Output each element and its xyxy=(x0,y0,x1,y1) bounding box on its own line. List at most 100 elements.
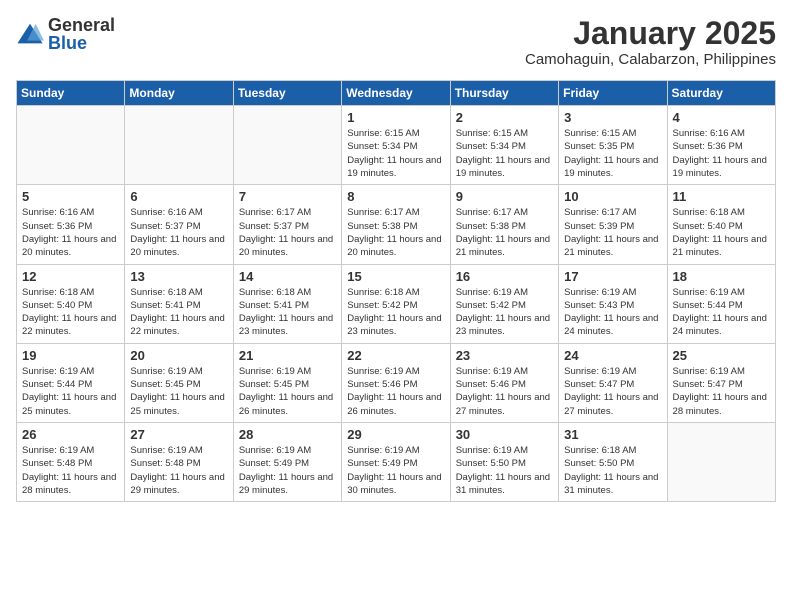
day-number: 16 xyxy=(456,269,553,284)
calendar-cell: 4 Sunrise: 6:16 AM Sunset: 5:36 PM Daylig… xyxy=(667,106,775,185)
calendar-header-wednesday: Wednesday xyxy=(342,81,450,106)
calendar-cell: 27 Sunrise: 6:19 AM Sunset: 5:48 PM Dayli… xyxy=(125,422,233,501)
calendar-cell xyxy=(17,106,125,185)
day-info: Sunrise: 6:19 AM Sunset: 5:45 PM Dayligh… xyxy=(239,365,336,418)
day-info: Sunrise: 6:16 AM Sunset: 5:36 PM Dayligh… xyxy=(673,127,770,180)
calendar-cell: 19 Sunrise: 6:19 AM Sunset: 5:44 PM Dayli… xyxy=(17,343,125,422)
calendar-week-row-4: 19 Sunrise: 6:19 AM Sunset: 5:44 PM Dayli… xyxy=(17,343,776,422)
logo-general-text: General xyxy=(48,16,115,34)
page-header: General Blue January 2025 Camohaguin, Ca… xyxy=(16,16,776,68)
day-info: Sunrise: 6:18 AM Sunset: 5:40 PM Dayligh… xyxy=(673,206,770,259)
day-number: 29 xyxy=(347,427,444,442)
calendar-cell xyxy=(233,106,341,185)
day-info: Sunrise: 6:16 AM Sunset: 5:36 PM Dayligh… xyxy=(22,206,119,259)
logo-blue-text: Blue xyxy=(48,33,87,53)
calendar-cell: 2 Sunrise: 6:15 AM Sunset: 5:34 PM Daylig… xyxy=(450,106,558,185)
calendar-cell: 25Sunrise: 6:19 AM Sunset: 5:47 PM Dayli… xyxy=(667,343,775,422)
calendar-cell: 12 Sunrise: 6:18 AM Sunset: 5:40 PM Dayli… xyxy=(17,264,125,343)
day-number: 14 xyxy=(239,269,336,284)
day-number: 19 xyxy=(22,348,119,363)
day-number: 18 xyxy=(673,269,770,284)
calendar-cell: 30Sunrise: 6:19 AM Sunset: 5:50 PM Dayli… xyxy=(450,422,558,501)
logo-icon xyxy=(16,21,44,49)
calendar-cell: 3Sunrise: 6:15 AM Sunset: 5:35 PM Daylig… xyxy=(559,106,667,185)
day-info: Sunrise: 6:17 AM Sunset: 5:38 PM Dayligh… xyxy=(347,206,444,259)
day-number: 27 xyxy=(130,427,227,442)
calendar-cell: 20 Sunrise: 6:19 AM Sunset: 5:45 PM Dayli… xyxy=(125,343,233,422)
day-number: 30 xyxy=(456,427,553,442)
day-number: 4 xyxy=(673,110,770,125)
calendar-cell: 13 Sunrise: 6:18 AM Sunset: 5:41 PM Dayli… xyxy=(125,264,233,343)
day-number: 20 xyxy=(130,348,227,363)
day-info: Sunrise: 6:19 AM Sunset: 5:49 PM Dayligh… xyxy=(347,444,444,497)
day-info: Sunrise: 6:19 AM Sunset: 5:47 PM Dayligh… xyxy=(564,365,661,418)
day-info: Sunrise: 6:16 AM Sunset: 5:37 PM Dayligh… xyxy=(130,206,227,259)
day-number: 9 xyxy=(456,189,553,204)
calendar-week-row-2: 5 Sunrise: 6:16 AM Sunset: 5:36 PM Daylig… xyxy=(17,185,776,264)
day-info: Sunrise: 6:19 AM Sunset: 5:46 PM Dayligh… xyxy=(456,365,553,418)
day-number: 1 xyxy=(347,110,444,125)
calendar-week-row-5: 26Sunrise: 6:19 AM Sunset: 5:48 PM Dayli… xyxy=(17,422,776,501)
location-title: Camohaguin, Calabarzon, Philippines xyxy=(525,51,776,68)
calendar-header-sunday: Sunday xyxy=(17,81,125,106)
day-info: Sunrise: 6:18 AM Sunset: 5:40 PM Dayligh… xyxy=(22,286,119,339)
day-info: Sunrise: 6:17 AM Sunset: 5:39 PM Dayligh… xyxy=(564,206,661,259)
calendar-cell: 21 Sunrise: 6:19 AM Sunset: 5:45 PM Dayli… xyxy=(233,343,341,422)
day-number: 11 xyxy=(673,189,770,204)
calendar-cell xyxy=(125,106,233,185)
day-number: 5 xyxy=(22,189,119,204)
calendar-cell: 14 Sunrise: 6:18 AM Sunset: 5:41 PM Dayli… xyxy=(233,264,341,343)
calendar-cell: 7 Sunrise: 6:17 AM Sunset: 5:37 PM Daylig… xyxy=(233,185,341,264)
day-number: 17 xyxy=(564,269,661,284)
calendar-week-row-3: 12 Sunrise: 6:18 AM Sunset: 5:40 PM Dayli… xyxy=(17,264,776,343)
calendar-cell: 17 Sunrise: 6:19 AM Sunset: 5:43 PM Dayli… xyxy=(559,264,667,343)
calendar-cell: 8 Sunrise: 6:17 AM Sunset: 5:38 PM Daylig… xyxy=(342,185,450,264)
day-info: Sunrise: 6:19 AM Sunset: 5:48 PM Dayligh… xyxy=(130,444,227,497)
calendar-header-monday: Monday xyxy=(125,81,233,106)
calendar-cell: 18 Sunrise: 6:19 AM Sunset: 5:44 PM Dayli… xyxy=(667,264,775,343)
day-info: Sunrise: 6:19 AM Sunset: 5:47 PM Dayligh… xyxy=(673,365,770,418)
calendar-cell: 24 Sunrise: 6:19 AM Sunset: 5:47 PM Dayli… xyxy=(559,343,667,422)
day-number: 2 xyxy=(456,110,553,125)
day-info: Sunrise: 6:18 AM Sunset: 5:41 PM Dayligh… xyxy=(130,286,227,339)
day-number: 13 xyxy=(130,269,227,284)
day-info: Sunrise: 6:19 AM Sunset: 5:48 PM Dayligh… xyxy=(22,444,119,497)
day-number: 12 xyxy=(22,269,119,284)
day-number: 15 xyxy=(347,269,444,284)
calendar-cell: 26Sunrise: 6:19 AM Sunset: 5:48 PM Dayli… xyxy=(17,422,125,501)
day-info: Sunrise: 6:15 AM Sunset: 5:34 PM Dayligh… xyxy=(456,127,553,180)
day-info: Sunrise: 6:19 AM Sunset: 5:43 PM Dayligh… xyxy=(564,286,661,339)
day-number: 23 xyxy=(456,348,553,363)
day-info: Sunrise: 6:19 AM Sunset: 5:45 PM Dayligh… xyxy=(130,365,227,418)
calendar-week-row-1: 1 Sunrise: 6:15 AM Sunset: 5:34 PM Daylig… xyxy=(17,106,776,185)
day-info: Sunrise: 6:19 AM Sunset: 5:44 PM Dayligh… xyxy=(673,286,770,339)
calendar-cell: 22Sunrise: 6:19 AM Sunset: 5:46 PM Dayli… xyxy=(342,343,450,422)
calendar-cell: 16 Sunrise: 6:19 AM Sunset: 5:42 PM Dayli… xyxy=(450,264,558,343)
day-info: Sunrise: 6:19 AM Sunset: 5:49 PM Dayligh… xyxy=(239,444,336,497)
calendar-cell: 5 Sunrise: 6:16 AM Sunset: 5:36 PM Daylig… xyxy=(17,185,125,264)
day-number: 24 xyxy=(564,348,661,363)
day-info: Sunrise: 6:19 AM Sunset: 5:44 PM Dayligh… xyxy=(22,365,119,418)
calendar-header-friday: Friday xyxy=(559,81,667,106)
day-number: 31 xyxy=(564,427,661,442)
day-number: 28 xyxy=(239,427,336,442)
calendar-header-thursday: Thursday xyxy=(450,81,558,106)
day-number: 6 xyxy=(130,189,227,204)
day-number: 7 xyxy=(239,189,336,204)
day-info: Sunrise: 6:18 AM Sunset: 5:41 PM Dayligh… xyxy=(239,286,336,339)
day-info: Sunrise: 6:18 AM Sunset: 5:50 PM Dayligh… xyxy=(564,444,661,497)
calendar-cell: 11 Sunrise: 6:18 AM Sunset: 5:40 PM Dayli… xyxy=(667,185,775,264)
day-info: Sunrise: 6:17 AM Sunset: 5:38 PM Dayligh… xyxy=(456,206,553,259)
calendar-cell: 23 Sunrise: 6:19 AM Sunset: 5:46 PM Dayli… xyxy=(450,343,558,422)
day-number: 10 xyxy=(564,189,661,204)
calendar-cell: 29 Sunrise: 6:19 AM Sunset: 5:49 PM Dayli… xyxy=(342,422,450,501)
calendar-header-tuesday: Tuesday xyxy=(233,81,341,106)
day-info: Sunrise: 6:19 AM Sunset: 5:42 PM Dayligh… xyxy=(456,286,553,339)
day-info: Sunrise: 6:15 AM Sunset: 5:34 PM Dayligh… xyxy=(347,127,444,180)
logo: General Blue xyxy=(16,16,115,54)
calendar-cell: 10 Sunrise: 6:17 AM Sunset: 5:39 PM Dayli… xyxy=(559,185,667,264)
day-number: 8 xyxy=(347,189,444,204)
day-info: Sunrise: 6:17 AM Sunset: 5:37 PM Dayligh… xyxy=(239,206,336,259)
day-number: 21 xyxy=(239,348,336,363)
month-title: January 2025 xyxy=(525,16,776,51)
